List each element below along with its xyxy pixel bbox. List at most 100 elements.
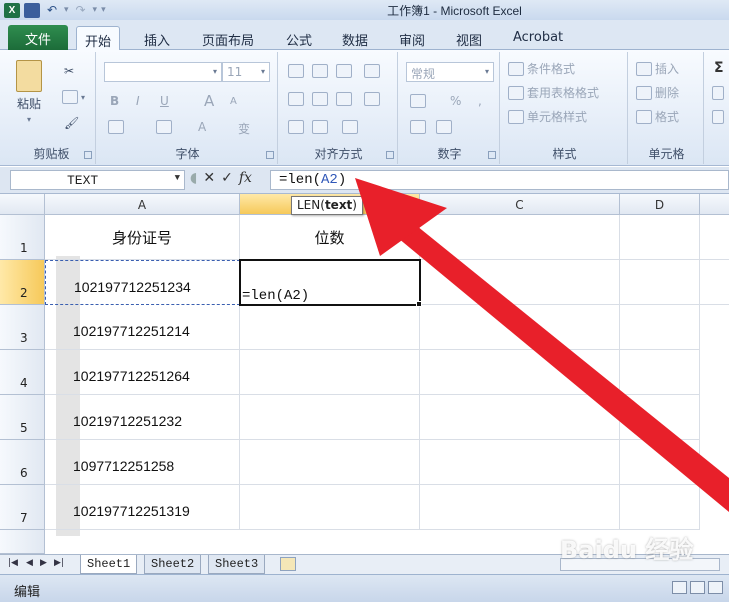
cell-c5[interactable]	[420, 395, 620, 440]
insert-function-icon[interactable]: fx	[239, 170, 252, 186]
fill-handle[interactable]	[416, 301, 422, 307]
cell-a7[interactable]: 102197712251319	[45, 485, 240, 530]
cell-b5[interactable]	[240, 395, 420, 440]
bold-button[interactable]: B	[110, 94, 119, 108]
tab-formulas[interactable]: 公式	[278, 26, 320, 50]
select-all-corner[interactable]	[0, 194, 45, 215]
align-middle-button[interactable]	[312, 64, 328, 78]
formula-input[interactable]: =len(A2)	[270, 170, 729, 190]
cell-c7[interactable]	[420, 485, 620, 530]
row-header-4[interactable]: 4	[0, 350, 45, 395]
cell-c2[interactable]	[420, 260, 620, 305]
font-size-combo[interactable]: 11 ▾	[222, 62, 270, 82]
cell-d6[interactable]	[620, 440, 700, 485]
tab-home[interactable]: 开始	[76, 26, 121, 51]
align-center-button[interactable]	[312, 92, 328, 106]
cut-button[interactable]: ✂	[64, 64, 74, 78]
cell-d7[interactable]	[620, 485, 700, 530]
last-sheet-icon[interactable]: ▶|	[54, 558, 64, 568]
row-header-7[interactable]: 7	[0, 485, 45, 530]
row-header-1[interactable]: 1	[0, 215, 45, 260]
cell-d4[interactable]	[620, 350, 700, 395]
cell-b7[interactable]	[240, 485, 420, 530]
cell-d5[interactable]	[620, 395, 700, 440]
cell-a3[interactable]: 102197712251214	[45, 305, 240, 350]
cell-e1[interactable]	[700, 215, 729, 260]
fill-button[interactable]	[712, 86, 724, 100]
cell-a1[interactable]: 身份证号	[45, 215, 240, 260]
sheet-tab-sheet2[interactable]: Sheet2	[144, 555, 202, 574]
row-header-2[interactable]: 2	[0, 260, 45, 305]
insert-cells-button[interactable]: 插入	[636, 60, 679, 77]
align-left-button[interactable]	[288, 92, 304, 106]
format-painter-button[interactable]: 🖌	[64, 116, 79, 130]
conditional-format-button[interactable]: 条件格式	[508, 60, 575, 77]
insert-sheet-icon[interactable]	[280, 557, 296, 571]
italic-button[interactable]: I	[136, 94, 140, 108]
comma-button[interactable]: ,	[478, 94, 482, 108]
tab-file[interactable]: 文件	[8, 25, 68, 50]
border-button[interactable]	[108, 120, 124, 134]
page-layout-view-icon[interactable]	[690, 581, 705, 594]
next-sheet-icon[interactable]: ▶	[40, 558, 47, 568]
tab-insert[interactable]: 插入	[136, 26, 178, 50]
cell-d3[interactable]	[620, 305, 700, 350]
normal-view-icon[interactable]	[672, 581, 687, 594]
column-header-e[interactable]	[700, 194, 729, 215]
cell-b1[interactable]: 位数	[240, 215, 420, 260]
cell-e2[interactable]	[700, 260, 729, 305]
row-header-5[interactable]: 5	[0, 395, 45, 440]
cell-c6[interactable]	[420, 440, 620, 485]
font-color-button[interactable]: A	[198, 120, 206, 134]
tab-view[interactable]: 视图	[448, 26, 490, 50]
row-header-6[interactable]: 6	[0, 440, 45, 485]
name-box[interactable]: TEXT ▼	[10, 170, 185, 190]
alignment-launcher-icon[interactable]	[386, 151, 394, 159]
column-header-a[interactable]: A	[45, 194, 240, 215]
decrease-decimal-button[interactable]	[436, 120, 452, 134]
format-table-button[interactable]: 套用表格格式	[508, 84, 599, 101]
font-name-combo[interactable]: ▾	[104, 62, 222, 82]
decrease-indent-button[interactable]	[288, 120, 304, 134]
autosum-button[interactable]: Σ	[714, 60, 724, 76]
tab-acrobat[interactable]: Acrobat	[505, 26, 571, 50]
align-bottom-button[interactable]	[336, 64, 352, 78]
sheet-tab-sheet1[interactable]: Sheet1	[80, 555, 138, 574]
page-break-view-icon[interactable]	[708, 581, 723, 594]
copy-button[interactable]: ▾	[62, 90, 85, 104]
cell-b6[interactable]	[240, 440, 420, 485]
cell-b4[interactable]	[240, 350, 420, 395]
align-top-button[interactable]	[288, 64, 304, 78]
grow-font-button[interactable]: A	[204, 92, 214, 110]
percent-button[interactable]: %	[450, 94, 461, 108]
orientation-button[interactable]	[364, 64, 380, 78]
accounting-button[interactable]	[410, 94, 426, 108]
cell-a5[interactable]: 10219712251232	[45, 395, 240, 440]
tab-data[interactable]: 数据	[334, 26, 376, 50]
increase-indent-button[interactable]	[312, 120, 328, 134]
format-cells-button[interactable]: 格式	[636, 108, 679, 125]
merge-center-button[interactable]	[364, 92, 380, 106]
cell-d1[interactable]	[620, 215, 700, 260]
clear-button[interactable]	[712, 110, 724, 124]
phonetic-button[interactable]: 变	[238, 120, 250, 137]
underline-button[interactable]: U	[160, 94, 169, 108]
paste-button[interactable]: 粘贴 ▾	[16, 60, 42, 124]
worksheet-grid[interactable]: A B C D 1 2 3 4 5 6 7 身份证号 位数 1021977122…	[0, 194, 729, 554]
first-sheet-icon[interactable]: |◀	[8, 558, 18, 568]
enter-icon[interactable]: ✓	[221, 170, 233, 186]
delete-cells-button[interactable]: 删除	[636, 84, 679, 101]
increase-decimal-button[interactable]	[410, 120, 426, 134]
clipboard-launcher-icon[interactable]	[84, 151, 92, 159]
tab-page-layout[interactable]: 页面布局	[194, 26, 262, 50]
cancel-icon[interactable]: ✕	[203, 170, 215, 186]
column-header-c[interactable]: C	[420, 194, 620, 215]
cell-a6[interactable]: 1097712251258	[45, 440, 240, 485]
cell-c1[interactable]	[420, 215, 620, 260]
fill-color-button[interactable]	[156, 120, 172, 134]
cell-d2[interactable]	[620, 260, 700, 305]
cell-a4[interactable]: 102197712251264	[45, 350, 240, 395]
name-box-dropdown-icon[interactable]: ▼	[175, 173, 180, 183]
sheet-tab-sheet3[interactable]: Sheet3	[208, 555, 266, 574]
cell-c3[interactable]	[420, 305, 620, 350]
